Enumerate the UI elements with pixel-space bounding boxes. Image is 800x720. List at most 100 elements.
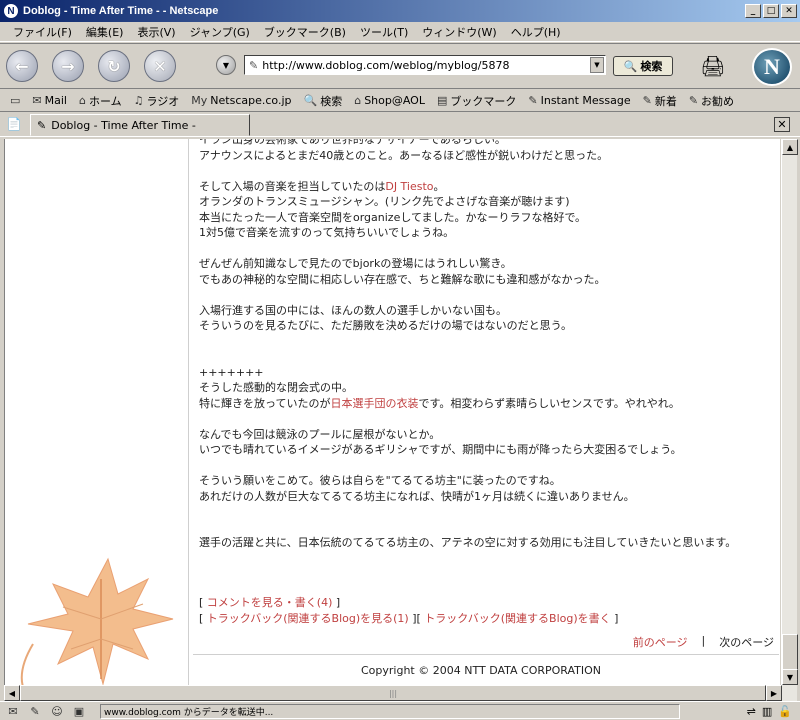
pager-separator: | <box>701 634 706 647</box>
footer-links: [ コメントを見る・書く(4) ] [ トラックバック(関連するBlog)を見る… <box>199 596 619 625</box>
mail-icon: ✉ <box>32 94 42 107</box>
toolbar-toggle[interactable]: ▭ <box>4 94 26 107</box>
pt-radio[interactable]: ♫ ラジオ <box>128 93 186 109</box>
pt-shop-aol[interactable]: ⌂ Shop@AOL <box>348 94 431 107</box>
scroll-down-button[interactable]: ▼ <box>782 669 798 685</box>
menu-bookmarks[interactable]: ブックマーク(B) <box>257 24 353 40</box>
article-line: そうした感動的な閉会式の中。 <box>199 381 353 394</box>
prev-page-link[interactable]: 前のページ <box>633 634 688 650</box>
url-dropdown-arrow[interactable]: ▼ <box>590 57 604 73</box>
minimize-button[interactable]: _ <box>745 4 761 18</box>
vertical-scrollbar[interactable]: ▲ ▼ <box>781 139 798 685</box>
trackback-write-link[interactable]: トラックバック(関連するBlog)を書く <box>424 612 610 625</box>
menu-file[interactable]: ファイル(F) <box>6 24 79 40</box>
url-bar: ▼ ✎ ▼ <box>216 54 606 76</box>
composer-icon[interactable]: ✎ <box>26 704 44 718</box>
comment-link[interactable]: コメントを見る・書く(4) <box>207 596 333 609</box>
pt-instant-message[interactable]: ✎ Instant Message <box>522 94 636 107</box>
link-icon: ✎ <box>528 94 538 107</box>
close-window-button[interactable]: ✕ <box>781 4 797 18</box>
article-line: でもあの神秘的な空間に相応しい存在感で、ちと難解な歌にも違和感がなかった。 <box>199 272 606 286</box>
pt-bookmarks[interactable]: ▤ ブックマーク <box>431 93 522 109</box>
pt-recommend[interactable]: ✎ お勧め <box>683 93 740 109</box>
popup-blocker-icon[interactable]: ▥ <box>762 705 772 718</box>
security-lock-icon[interactable]: 🔓 <box>778 705 792 718</box>
forward-button[interactable]: → <box>52 50 84 82</box>
page-icon: ✎ <box>249 58 259 72</box>
status-bar: ✉ ✎ ☺ ▣ www.doblog.com からデータを転送中... ⇌ ▥ … <box>0 701 800 720</box>
navigation-toolbar: ← → ↻ ✕ ▼ ✎ ▼ 🔍 検索 🖨 N <box>0 43 800 89</box>
shop-icon: ⌂ <box>354 94 362 107</box>
pt-mail[interactable]: ✉ Mail <box>26 94 73 107</box>
close-tab-button[interactable]: ✕ <box>774 117 790 132</box>
online-status-icon[interactable]: ⇌ <box>747 705 756 718</box>
new-tab-icon[interactable]: 📄 <box>4 114 24 134</box>
netscape-app-icon[interactable]: N <box>3 3 19 19</box>
title-bar: N Doblog - Time After Time - - Netscape … <box>0 0 800 22</box>
tab-doblog[interactable]: ✎ Doblog - Time After Time - <box>30 114 250 136</box>
article-line: そういう願いをこめて。彼らは自らを"てるてる坊主"に装ったのですね。 <box>199 474 561 487</box>
page-content: イラン出身の芸術家であり世界的なデザイナーであるらしい。 アナウンスによるとまだ… <box>4 139 780 685</box>
menu-tools[interactable]: ツール(T) <box>353 24 415 40</box>
dj-tiesto-link[interactable]: DJ Tiesto <box>385 180 433 193</box>
pager: 前のページ | 次のページ <box>633 634 774 650</box>
article-line: あれだけの人数が巨大なてるてる坊主になれば、快晴が1ヶ月は続くに違いありません。 <box>199 489 635 503</box>
article-line: そういうのを見るたびに、ただ勝敗を決めるだけの場ではないのだと思う。 <box>199 319 573 332</box>
menu-go[interactable]: ジャンプ(G) <box>183 24 257 40</box>
status-text: www.doblog.com からデータを転送中... <box>100 703 680 719</box>
article-line: 1対5億で音楽を流すのって気持ちいいでしょうね。 <box>199 226 455 239</box>
menu-help[interactable]: ヘルプ(H) <box>504 24 568 40</box>
article-line: +++++++ <box>199 365 264 379</box>
pt-home[interactable]: ⌂ ホーム <box>73 93 128 109</box>
article-line: ぜんぜん前知識なしで見たのでbjorkの登場にはうれしい驚き。 <box>199 257 512 270</box>
pt-search[interactable]: 🔍 検索 <box>298 93 349 109</box>
trackback-view-link[interactable]: トラックバック(関連するBlog)を見る(1) <box>207 612 409 625</box>
netscape-logo[interactable]: N <box>752 48 792 86</box>
scroll-up-button[interactable]: ▲ <box>782 139 798 155</box>
copyright-text: Copyright © 2004 NTT DATA CORPORATION <box>361 664 602 677</box>
article-line: 入場行進する国の中には、ほんの数人の選手しかいない国も。 <box>199 303 507 317</box>
back-button[interactable]: ← <box>6 50 38 82</box>
home-icon: ⌂ <box>78 94 86 107</box>
history-dropdown-button[interactable]: ▼ <box>216 55 236 75</box>
horizontal-scrollbar[interactable]: ◀ ||| ▶ <box>4 685 797 701</box>
url-input[interactable] <box>262 58 590 72</box>
stop-button[interactable]: ✕ <box>144 50 176 82</box>
article-line: 選手の活躍と共に、日本伝統のてるてる坊主の、アテネの空に対する効用にも注目してい… <box>199 536 737 549</box>
japan-team-costume-link[interactable]: 日本選手団の衣装 <box>330 397 418 410</box>
scroll-right-button[interactable]: ▶ <box>766 685 782 701</box>
article-line: いつでも晴れているイメージがあるギリシャですが、期間中にも雨が降ったら大変困るで… <box>199 443 682 456</box>
left-column <box>5 139 189 685</box>
menu-window[interactable]: ウィンドウ(W) <box>415 24 503 40</box>
article-line: 特に輝きを放っていたのが日本選手団の衣装です。相変わらず素晴らしいセンスです。や… <box>199 396 680 410</box>
maximize-button[interactable]: □ <box>763 4 779 18</box>
reload-button[interactable]: ↻ <box>98 50 130 82</box>
page-icon: ✎ <box>37 118 47 132</box>
pt-netscape-jp[interactable]: My Netscape.co.jp <box>185 94 297 107</box>
my-icon: My <box>191 94 208 107</box>
vertical-scroll-thumb[interactable] <box>782 634 798 670</box>
maple-leaf-image <box>20 557 174 685</box>
tab-bar: 📄 ✎ Doblog - Time After Time - ✕ <box>0 113 800 137</box>
next-page-link[interactable]: 次のページ <box>719 634 774 650</box>
article-line: オランダのトランスミュージシャン。(リンク先でよさげな音楽が聴けます) <box>199 195 570 208</box>
headphones-icon: ♫ <box>133 94 144 107</box>
article-line: 本当にたった一人で音楽空間をorganizeしてました。かなーりラフな格好で。 <box>199 210 587 224</box>
mail-icon[interactable]: ✉ <box>4 704 22 718</box>
menu-view[interactable]: 表示(V) <box>130 24 182 40</box>
personal-toolbar: ▭ ✉ Mail ⌂ ホーム ♫ ラジオ My Netscape.co.jp 🔍 検索 ⌂… <box>0 90 800 112</box>
search-icon: 🔍 <box>303 94 318 107</box>
print-icon[interactable]: 🖨 <box>698 52 728 80</box>
article-line: イラン出身の芸術家であり世界的なデザイナーであるらしい。 <box>199 139 506 146</box>
horizontal-scroll-thumb[interactable]: ||| <box>20 685 766 701</box>
folder-icon: ▤ <box>436 94 448 107</box>
scroll-left-button[interactable]: ◀ <box>4 685 20 701</box>
aim-icon[interactable]: ☺ <box>48 704 66 718</box>
window-icon: ▭ <box>10 94 21 107</box>
menu-edit[interactable]: 編集(E) <box>79 24 131 40</box>
search-button[interactable]: 🔍 検索 <box>613 56 673 76</box>
article-line: そして入場の音楽を担当していたのはDJ Tiesto。 <box>199 179 445 193</box>
url-field[interactable]: ✎ ▼ <box>244 55 606 75</box>
pt-new[interactable]: ✎ 新着 <box>637 93 683 109</box>
chat-icon[interactable]: ▣ <box>70 704 88 718</box>
